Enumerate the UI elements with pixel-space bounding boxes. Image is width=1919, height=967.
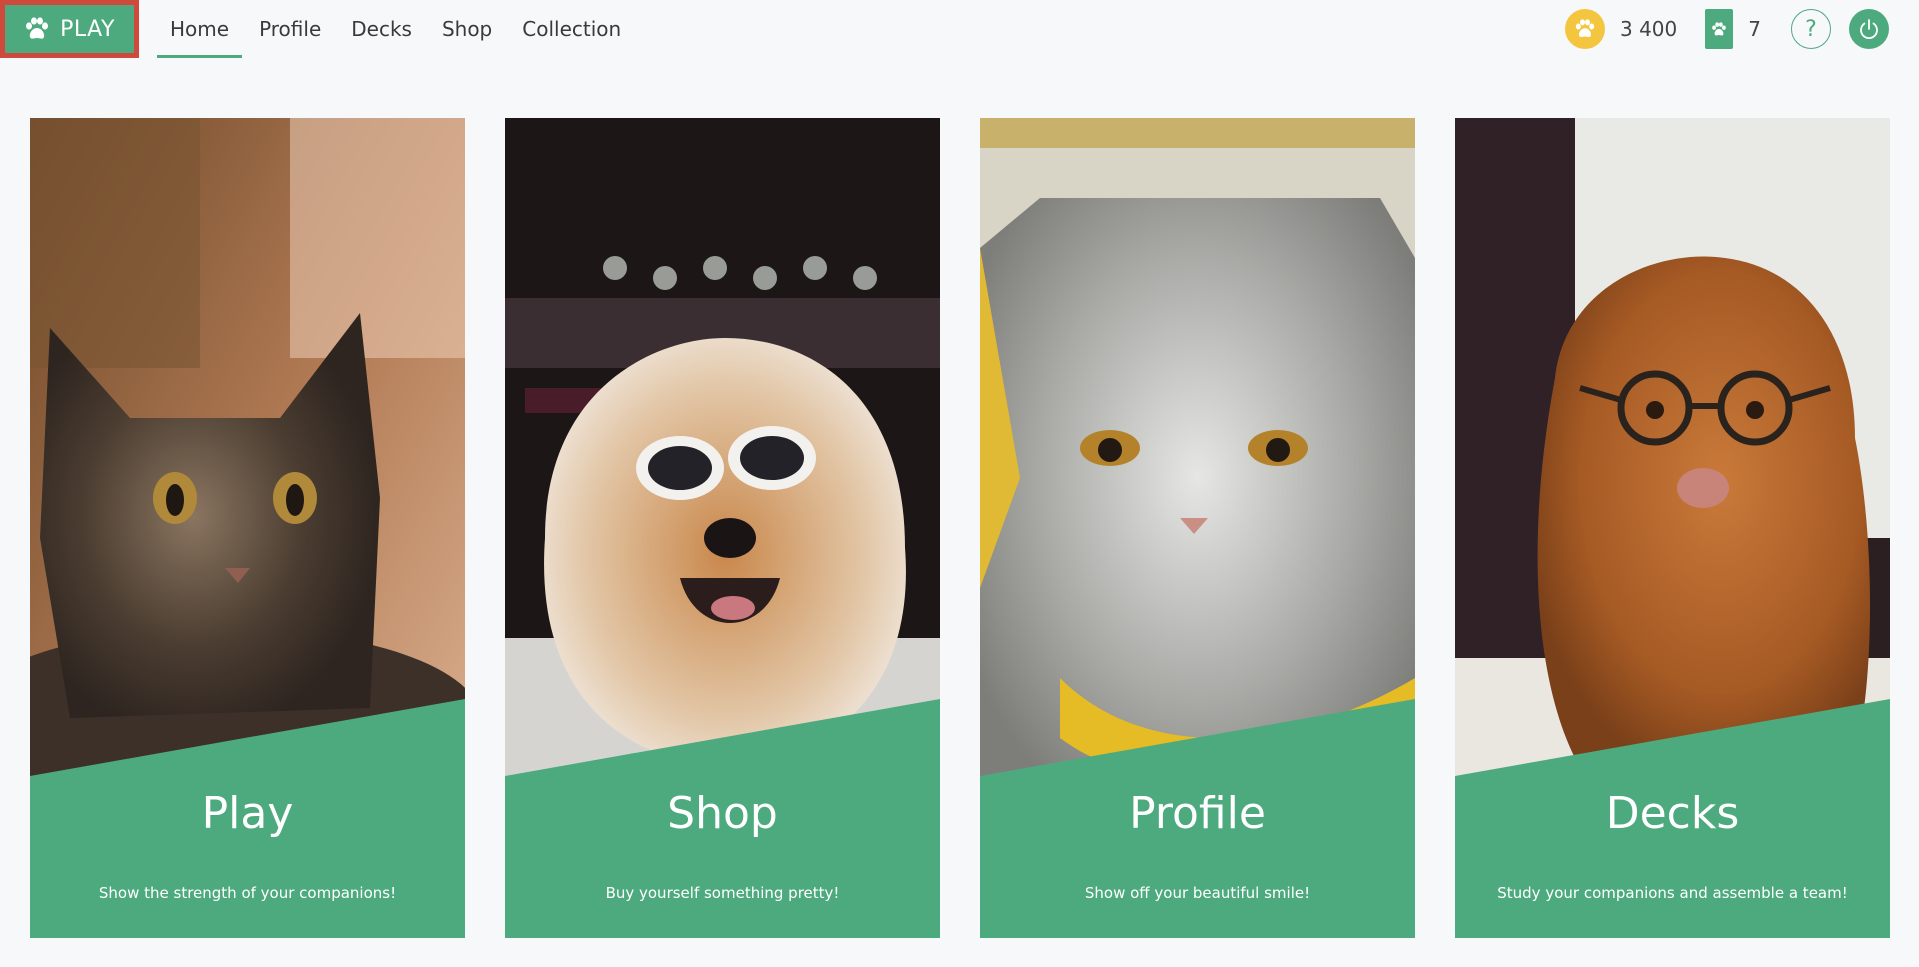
card-icon <box>1705 9 1734 49</box>
nav-profile[interactable]: Profile <box>244 0 336 58</box>
nav-home[interactable]: Home <box>155 0 244 58</box>
nav-collection[interactable]: Collection <box>507 0 636 58</box>
top-bar: PLAY Home Profile Decks Shop Collection … <box>0 0 1919 60</box>
coin-paw-icon <box>1565 9 1605 49</box>
tile-description: Study your companions and assemble a tea… <box>1497 884 1848 902</box>
power-icon <box>1860 19 1878 40</box>
tile-title: Profile <box>1129 788 1266 839</box>
logout-button[interactable] <box>1849 9 1889 49</box>
paw-icon <box>26 17 49 39</box>
coins-count: 3 400 <box>1620 17 1678 41</box>
tile-shop[interactable]: Shop Buy yourself something pretty! <box>505 118 940 938</box>
play-button[interactable]: PLAY <box>0 0 139 58</box>
tile-decks[interactable]: Decks Study your companions and assemble… <box>1455 118 1890 938</box>
tile-play[interactable]: Play Show the strength of your companion… <box>30 118 465 938</box>
cards-count: 7 <box>1748 17 1761 41</box>
nav-shop[interactable]: Shop <box>427 0 507 58</box>
nav-decks[interactable]: Decks <box>336 0 427 58</box>
tile-description: Show the strength of your companions! <box>98 884 397 902</box>
tile-title: Play <box>201 788 294 839</box>
help-button[interactable]: ? <box>1791 9 1831 49</box>
tile-description: Buy yourself something pretty! <box>605 884 840 902</box>
play-button-label: PLAY <box>60 16 115 42</box>
user-stats: 3 400 7 ? <box>1565 0 1919 58</box>
main-nav: Home Profile Decks Shop Collection <box>155 0 636 58</box>
tile-title: Decks <box>1605 788 1740 839</box>
tile-profile[interactable]: Profile Show off your beautiful smile! <box>980 118 1415 938</box>
tile-title: Shop <box>667 788 778 839</box>
tile-description: Show off your beautiful smile! <box>1084 884 1311 902</box>
